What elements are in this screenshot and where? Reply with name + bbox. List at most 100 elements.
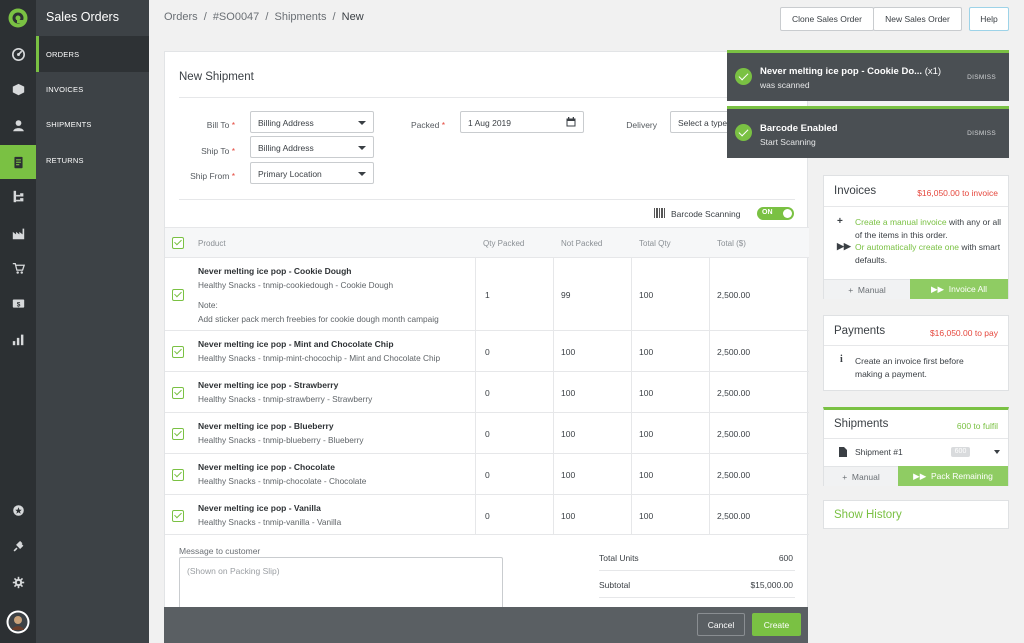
- total-units-value: 600: [778, 553, 793, 563]
- product-cell: Never melting ice pop - Chocolate Healthy…: [198, 462, 473, 486]
- breadcrumb-shipments[interactable]: Shipments: [274, 11, 326, 23]
- nav-item-returns[interactable]: RETURNS: [36, 142, 149, 178]
- invoice-all-button[interactable]: ▶▶ Invoice All: [910, 279, 1008, 299]
- clone-sales-order-button[interactable]: Clone Sales Order: [780, 7, 874, 31]
- bill-to-label: Bill To *: [206, 120, 235, 130]
- not-packed: 99: [561, 290, 571, 300]
- table-row[interactable]: Never melting ice pop - Blueberry Healthy…: [165, 412, 809, 453]
- plug-icon[interactable]: [0, 531, 36, 561]
- manual-invoice-button[interactable]: + Manual: [824, 279, 910, 299]
- barcode-toggle[interactable]: ON: [757, 207, 794, 220]
- table-row[interactable]: Never melting ice pop - Strawberry Health…: [165, 371, 809, 412]
- create-manual-invoice-link[interactable]: Create a manual invoice: [855, 217, 947, 227]
- cancel-button[interactable]: Cancel: [697, 613, 745, 636]
- breadcrumb-order[interactable]: #SO0047: [213, 11, 259, 23]
- manual-shipment-button[interactable]: + Manual: [824, 466, 898, 486]
- document-icon: [839, 447, 847, 457]
- bill-to-select[interactable]: Billing Address: [250, 111, 374, 133]
- ship-from-select[interactable]: Primary Location: [250, 162, 374, 184]
- product-name: Never melting ice pop - Blueberry: [198, 421, 334, 431]
- packed-date-input[interactable]: 1 Aug 2019: [460, 111, 584, 133]
- badge-icon[interactable]: [0, 495, 36, 525]
- toast-subtitle: was scanned: [760, 80, 810, 90]
- table-row[interactable]: Never melting ice pop - Vanilla Healthy S…: [165, 494, 809, 535]
- row-checkbox[interactable]: [172, 289, 184, 301]
- dollar-icon[interactable]: $: [0, 288, 36, 318]
- row-checkbox[interactable]: [172, 346, 184, 358]
- product-name: Never melting ice pop - Strawberry: [198, 380, 339, 390]
- ship-to-select[interactable]: Billing Address: [250, 136, 374, 158]
- fast-forward-icon: ▶▶: [837, 241, 851, 251]
- payments-title: Payments: [834, 325, 886, 337]
- divider: [599, 570, 795, 571]
- product-variant: Healthy Snacks - tnmip-strawberry - Stra…: [198, 394, 373, 404]
- ship-to-label: Ship To *: [201, 146, 235, 156]
- icon-rail: $: [0, 0, 36, 643]
- total-qty: 100: [639, 429, 654, 439]
- row-checkbox[interactable]: [172, 387, 184, 399]
- table-row[interactable]: Never melting ice pop - Mint and Chocola…: [165, 330, 809, 371]
- orders-icon[interactable]: [0, 145, 36, 179]
- nav-item-orders[interactable]: ORDERS: [36, 36, 149, 72]
- shipments-amount: 600 to fulfil: [956, 421, 998, 431]
- user-icon[interactable]: [0, 110, 36, 140]
- cart-icon[interactable]: [0, 253, 36, 283]
- toast-dismiss-button[interactable]: DISMISS: [967, 74, 996, 81]
- create-button[interactable]: Create: [752, 613, 801, 636]
- not-packed: 100: [561, 388, 576, 398]
- show-history-button[interactable]: Show History: [823, 500, 1009, 529]
- row-checkbox[interactable]: [172, 469, 184, 481]
- row-total: 2,500.00: [717, 290, 751, 300]
- chevron-down-icon: [358, 146, 366, 150]
- col-qty-packed: Qty Packed: [483, 239, 525, 248]
- nav-item-shipments[interactable]: SHIPMENTS: [36, 106, 149, 142]
- qty-packed[interactable]: 0: [485, 347, 490, 357]
- action-bar: Cancel Create: [164, 607, 808, 643]
- product-name: Never melting ice pop - Mint and Chocola…: [198, 339, 394, 349]
- toast-title: Barcode Enabled: [760, 123, 838, 134]
- qty-packed[interactable]: 0: [485, 470, 490, 480]
- row-checkbox[interactable]: [172, 428, 184, 440]
- box-icon[interactable]: [0, 74, 36, 104]
- total-units-label: Total Units: [599, 553, 639, 563]
- auto-create-invoice-link[interactable]: Or automatically create one: [855, 242, 959, 252]
- row-checkbox[interactable]: [172, 510, 184, 522]
- dashboard-icon[interactable]: [0, 39, 36, 69]
- delivery-select[interactable]: Select a type: [670, 111, 730, 133]
- breadcrumb-orders[interactable]: Orders: [164, 11, 198, 23]
- qty-packed[interactable]: 0: [485, 511, 490, 521]
- shipment-qty-badge: 600: [951, 447, 970, 457]
- divider: [824, 345, 1008, 346]
- help-button[interactable]: Help: [969, 7, 1009, 31]
- chevron-down-icon[interactable]: [994, 450, 1000, 454]
- factory-icon[interactable]: [0, 218, 36, 248]
- show-history-label: Show History: [834, 509, 902, 521]
- nav-item-invoices[interactable]: INVOICES: [36, 71, 149, 107]
- payments-info: Create an invoice first before making a …: [855, 356, 964, 379]
- gear-icon[interactable]: [0, 567, 36, 597]
- total-qty: 100: [639, 347, 654, 357]
- qty-packed[interactable]: 1: [485, 290, 490, 300]
- new-sales-order-button[interactable]: New Sales Order: [873, 7, 962, 31]
- select-all-checkbox[interactable]: [172, 237, 184, 249]
- table-row[interactable]: Never melting ice pop - Chocolate Healthy…: [165, 453, 809, 494]
- logo-icon[interactable]: [0, 3, 36, 33]
- col-not-packed: Not Packed: [561, 239, 603, 248]
- qty-packed[interactable]: 0: [485, 388, 490, 398]
- product-cell: Never melting ice pop - Vanilla Healthy S…: [198, 503, 473, 527]
- table-row[interactable]: Never melting ice pop - Cookie Dough Hea…: [165, 257, 809, 330]
- note-text: Add sticker pack merch freebies for cook…: [198, 314, 439, 324]
- reports-icon[interactable]: [0, 324, 36, 354]
- shipment-item[interactable]: Shipment #1: [855, 447, 903, 457]
- section-title: Sales Orders: [46, 10, 119, 24]
- product-variant: Healthy Snacks - tnmip-vanilla - Vanilla: [198, 517, 342, 527]
- hierarchy-icon[interactable]: [0, 181, 36, 211]
- divider: [179, 97, 795, 98]
- qty-packed[interactable]: 0: [485, 429, 490, 439]
- not-packed: 100: [561, 429, 576, 439]
- toast-dismiss-button[interactable]: DISMISS: [967, 130, 996, 137]
- avatar[interactable]: [0, 606, 36, 638]
- pack-remaining-button[interactable]: ▶▶ Pack Remaining: [898, 466, 1008, 486]
- packed-label: Packed *: [410, 120, 445, 130]
- plus-icon: +: [837, 216, 843, 227]
